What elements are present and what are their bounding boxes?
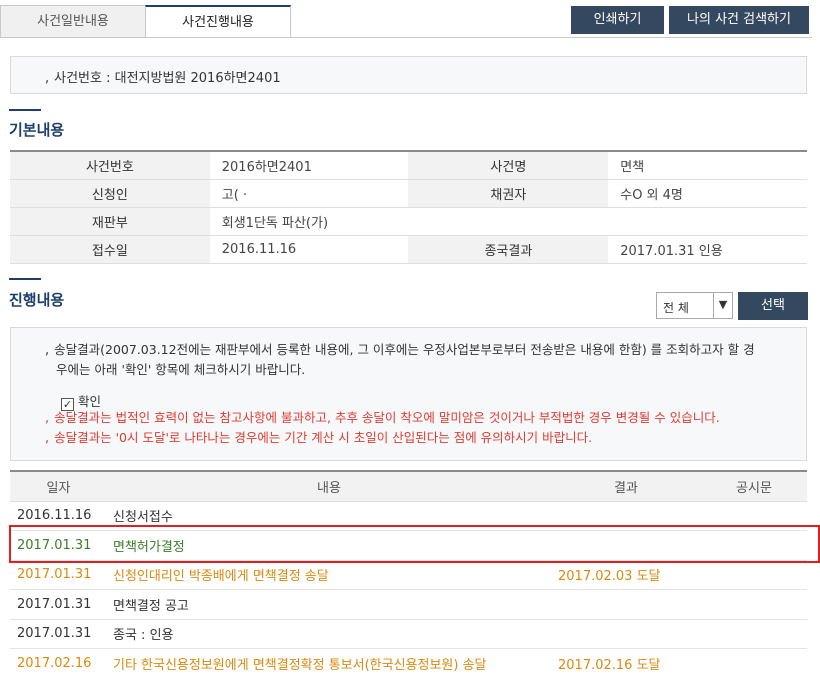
bullet-icon: , (45, 411, 50, 426)
row-notice (701, 530, 807, 561)
table-row: 2017.01.31 종국 : 인용 (10, 619, 807, 649)
column-header-public-notice: 공시문 (701, 470, 807, 502)
print-button[interactable]: 인쇄하기 (571, 6, 664, 34)
row-content[interactable]: 신청인대리인 박종배에게 면책결정 송달 (107, 560, 551, 590)
table-row: 2017.01.31 신청인대리인 박종배에게 면책결정 송달 2017.02.… (10, 560, 807, 590)
value-final-result: 2017.01.31 인용 (608, 235, 807, 264)
column-header-date: 일자 (10, 470, 107, 502)
table-row: 2017.01.31 면책결정 공고 (10, 589, 807, 620)
row-result (551, 501, 701, 531)
bullet-icon: , (45, 71, 50, 86)
row-date: 2017.01.31 (10, 589, 107, 620)
bullet-icon: , (45, 431, 50, 446)
table-row: 2016.11.16 신청서접수 (10, 501, 807, 531)
row-content: 종국 : 인용 (107, 619, 551, 649)
label-creditor: 채권자 (408, 179, 609, 208)
column-header-result: 결과 (551, 470, 701, 502)
value-applicant: 고( · (209, 179, 409, 208)
row-result: 2017.02.03 도달 (551, 560, 701, 590)
filter-selected-value: 전 체 (663, 301, 689, 315)
row-notice (701, 589, 807, 620)
section-bar (9, 278, 41, 280)
label-case-number: 사건번호 (10, 150, 210, 180)
row-date: 2016.11.16 (10, 501, 107, 531)
value-creditor: 수O 외 4명 (608, 179, 807, 208)
section-bar (9, 109, 41, 111)
row-content: 면책허가결정 (107, 530, 551, 561)
warning-line-1: 송달결과는 법적인 효력이 없는 참고사항에 불과하고, 추후 송달이 착오에 … (54, 410, 720, 425)
row-date: 2017.01.31 (10, 530, 107, 561)
warning-line-2: 송달결과는 '0시 도달'로 나타나는 경우에는 기간 계산 시 초일이 산입된… (54, 430, 593, 445)
notice-line-2: 우에는 아래 '확인' 항목에 체크하시기 바랍니다. (56, 362, 306, 377)
progress-table: 일자 내용 결과 공시문 2016.11.16 신청서접수 2017.01.31… (10, 470, 807, 677)
row-result: 2017.02.16 도달 (551, 648, 701, 677)
tab-case-general[interactable]: 사건일반내용 (0, 5, 146, 38)
row-result (551, 619, 701, 649)
label-applicant: 신청인 (10, 179, 210, 208)
row-date: 2017.01.31 (10, 560, 107, 590)
label-receipt-date: 접수일 (10, 235, 210, 264)
value-case-name: 면책 (608, 150, 807, 180)
bullet-icon: , (45, 343, 50, 358)
basic-section-title: 기본내용 (9, 121, 65, 139)
label-court-division: 재판부 (10, 207, 210, 236)
value-receipt-date: 2016.11.16 (209, 235, 409, 264)
row-date: 2017.01.31 (10, 619, 107, 649)
row-date: 2017.02.16 (10, 648, 107, 677)
select-button[interactable]: 선택 (738, 292, 808, 320)
table-row: 2017.02.16 기타 한국신용정보원에게 면책결정확정 통보서(한국신용정… (10, 648, 807, 677)
case-number-box: , 사건번호 : 대전지방법원 2016하면2401 (10, 56, 807, 94)
empty-cell (408, 207, 609, 236)
tab-case-progress[interactable]: 사건진행내용 (145, 5, 291, 38)
value-case-number: 2016하면2401 (209, 150, 409, 180)
confirm-checkbox-label: 확인 (78, 394, 102, 409)
row-notice (701, 560, 807, 590)
basic-info-table: 사건번호 2016하면2401 사건명 면책 신청인 고( · 채권자 수O 외… (10, 150, 807, 264)
value-court-division: 회생1단독 파산(가) (209, 207, 409, 236)
notice-box: , 송달결과(2007.03.12전에는 재판부에서 등록한 내용에, 그 이후에… (10, 327, 807, 461)
column-header-content: 내용 (107, 470, 551, 502)
my-case-search-button[interactable]: 나의 사건 검색하기 (669, 6, 809, 34)
label-final-result: 종국결과 (408, 235, 609, 264)
row-content: 신청서접수 (107, 501, 551, 531)
row-result (551, 589, 701, 620)
progress-filter-select[interactable]: 전 체 ▼ (656, 292, 733, 319)
row-notice (701, 648, 807, 677)
chevron-down-icon[interactable]: ▼ (713, 293, 732, 318)
label-case-name: 사건명 (408, 150, 609, 180)
row-result (551, 530, 701, 561)
row-content: 면책결정 공고 (107, 589, 551, 620)
case-number-text: 사건번호 : 대전지방법원 2016하면2401 (54, 71, 281, 86)
row-notice (701, 501, 807, 531)
confirm-checkbox-row[interactable]: ✓ 확인 (61, 391, 101, 411)
empty-cell (608, 207, 807, 236)
tab-divider (0, 37, 812, 38)
notice-line-1: 송달결과(2007.03.12전에는 재판부에서 등록한 내용에, 그 이후에는… (54, 342, 755, 357)
row-content[interactable]: 기타 한국신용정보원에게 면책결정확정 통보서(한국신용정보원) 송달 (107, 648, 551, 677)
progress-section-title: 진행내용 (9, 291, 65, 309)
table-row: 2017.01.31 면책허가결정 (10, 530, 807, 561)
row-notice (701, 619, 807, 649)
